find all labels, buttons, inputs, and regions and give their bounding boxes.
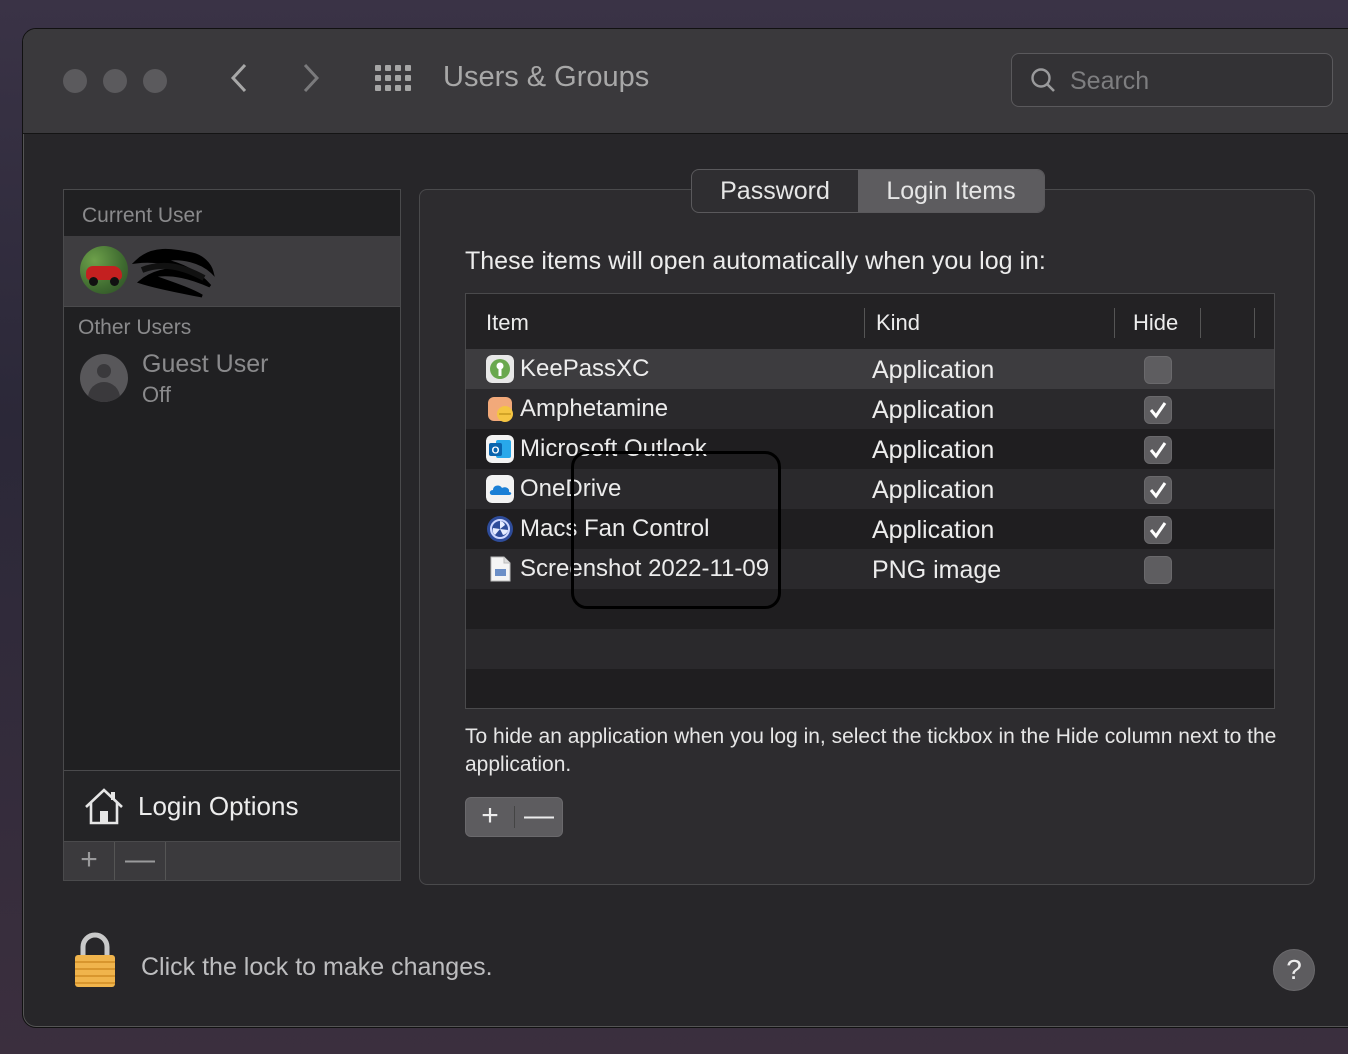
item-kind: Application [872, 476, 995, 504]
hide-checkbox[interactable] [1144, 396, 1172, 424]
table-header: Item Kind Hide [466, 294, 1274, 349]
amphetamine-icon [488, 397, 513, 422]
current-user-label: Current User [82, 204, 203, 227]
forward-icon[interactable] [301, 61, 323, 95]
window-title: Users & Groups [443, 61, 650, 93]
item-add-remove-control: + — [465, 797, 563, 837]
help-button[interactable]: ? [1273, 949, 1315, 991]
checkmark-icon [1149, 522, 1167, 539]
column-divider[interactable] [1114, 308, 1115, 338]
empty-row [466, 629, 1274, 669]
users-list-panel: Current User Other Users Guest User Off [63, 189, 401, 881]
hide-checkbox[interactable] [1144, 556, 1172, 584]
tab-login-items[interactable]: Login Items [858, 170, 1044, 212]
item-kind: Application [872, 436, 995, 464]
tab-password[interactable]: Password [692, 170, 858, 212]
preferences-window: Users & Groups Current User Other Users [22, 28, 1348, 1028]
login-options-row[interactable]: Login Options [64, 770, 400, 842]
lock-icon[interactable] [71, 931, 119, 989]
title-bar: Users & Groups [23, 29, 1348, 134]
column-header-kind[interactable]: Kind [876, 310, 920, 336]
hide-checkbox[interactable] [1144, 516, 1172, 544]
other-users-label: Other Users [78, 316, 192, 339]
png-file-icon [490, 556, 511, 582]
close-window-button[interactable] [63, 69, 87, 93]
empty-row [466, 669, 1274, 709]
onedrive-icon [486, 475, 514, 503]
column-header-item[interactable]: Item [486, 310, 529, 336]
remove-user-button[interactable]: — [115, 842, 166, 880]
item-name: Amphetamine [520, 395, 669, 422]
remove-item-button[interactable]: — [515, 798, 563, 836]
login-options-label: Login Options [138, 791, 299, 821]
item-kind: Application [872, 356, 995, 384]
column-header-hide[interactable]: Hide [1133, 310, 1178, 336]
show-all-grid-icon[interactable] [375, 65, 413, 97]
lock-message: Click the lock to make changes. [141, 953, 493, 981]
outlook-icon: O [486, 435, 514, 463]
zoom-window-button[interactable] [143, 69, 167, 93]
guest-user-name[interactable]: Guest User [142, 350, 268, 379]
item-name: KeePassXC [520, 355, 650, 382]
avatar [80, 246, 128, 294]
guest-avatar [80, 354, 128, 402]
current-user-row[interactable] [64, 236, 400, 307]
redacted-username-scribble [132, 249, 215, 298]
column-divider[interactable] [1200, 308, 1201, 338]
user-add-remove-bar: + — [64, 842, 400, 880]
intro-text: These items will open automatically when… [465, 247, 1046, 275]
tab-bar: Password Login Items [691, 169, 1045, 213]
minimize-window-button[interactable] [103, 69, 127, 93]
guest-user-status: Off [142, 382, 171, 407]
item-kind: PNG image [872, 556, 1002, 584]
hide-checkbox[interactable] [1144, 356, 1172, 384]
hide-checkbox[interactable] [1144, 476, 1172, 504]
checkmark-icon [1149, 482, 1167, 499]
hide-checkbox[interactable] [1144, 436, 1172, 464]
item-kind: Application [872, 516, 995, 544]
table-row[interactable]: KeePassXC Application [466, 349, 1274, 389]
column-divider[interactable] [864, 308, 865, 338]
hint-text: To hide an application when you log in, … [465, 725, 1277, 776]
back-icon[interactable] [227, 61, 249, 95]
checkmark-icon [1149, 402, 1167, 419]
search-icon [1031, 68, 1055, 92]
search-input[interactable] [1068, 62, 1322, 100]
table-row[interactable]: Amphetamine Application [466, 389, 1274, 429]
fan-control-icon [487, 516, 513, 542]
redaction-box [571, 451, 781, 609]
item-kind: Application [872, 396, 995, 424]
add-user-button[interactable]: + [64, 842, 115, 880]
search-field[interactable] [1011, 53, 1333, 107]
column-divider[interactable] [1254, 308, 1255, 338]
house-icon [85, 788, 123, 825]
checkmark-icon [1149, 442, 1167, 459]
svg-text:O: O [492, 446, 500, 457]
keepassxc-icon [486, 355, 514, 383]
add-item-button[interactable]: + [466, 798, 514, 836]
